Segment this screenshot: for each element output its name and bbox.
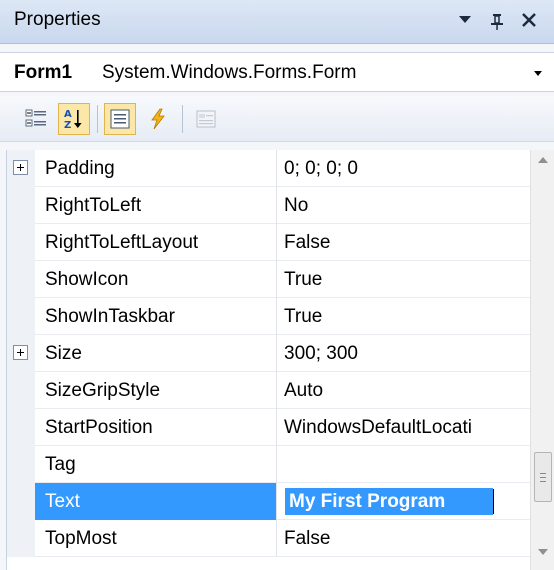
column-divider[interactable] [276, 483, 277, 520]
property-name[interactable]: Tag [45, 446, 275, 483]
close-icon[interactable] [516, 8, 542, 34]
property-name[interactable]: SizeGripStyle [45, 372, 275, 409]
row-gutter [7, 372, 35, 409]
row-gutter [7, 187, 35, 224]
column-divider[interactable] [276, 261, 277, 298]
expand-plus-icon[interactable] [13, 345, 28, 360]
property-row-padding[interactable]: Padding 0; 0; 0; 0 [7, 150, 531, 187]
property-row-text[interactable]: Text My First Program [7, 483, 531, 520]
categorized-icon [25, 109, 46, 127]
column-divider[interactable] [276, 224, 277, 261]
toolbar-separator [182, 105, 183, 133]
property-value[interactable]: WindowsDefaultLocati [284, 409, 531, 446]
row-gutter [7, 520, 35, 557]
property-value-input[interactable]: My First Program [285, 488, 493, 515]
pin-icon[interactable] [484, 8, 510, 34]
scroll-thumb[interactable] [534, 452, 552, 502]
properties-button[interactable] [104, 103, 136, 135]
column-divider[interactable] [276, 520, 277, 557]
events-icon [151, 108, 165, 130]
property-value[interactable]: True [284, 261, 531, 298]
property-name[interactable]: RightToLeftLayout [45, 224, 275, 261]
column-divider[interactable] [276, 372, 277, 409]
column-divider[interactable] [276, 446, 277, 483]
property-value[interactable] [284, 446, 531, 483]
toolbar-separator [97, 105, 98, 133]
vertical-scrollbar[interactable] [530, 150, 554, 570]
scroll-up-icon[interactable] [531, 150, 554, 172]
property-name[interactable]: ShowInTaskbar [45, 298, 275, 335]
column-divider[interactable] [276, 298, 277, 335]
property-row-showicon[interactable]: ShowIcon True [7, 261, 531, 298]
property-value[interactable]: False [284, 520, 531, 557]
alphabetical-icon: A Z [64, 109, 82, 131]
property-row-showintaskbar[interactable]: ShowInTaskbar True [7, 298, 531, 335]
property-name[interactable]: Text [45, 483, 275, 520]
svg-text:Z: Z [64, 120, 71, 131]
property-name[interactable]: ShowIcon [45, 261, 275, 298]
column-divider[interactable] [276, 150, 277, 187]
property-row-righttoleft[interactable]: RightToLeft No [7, 187, 531, 224]
svg-text:A: A [64, 109, 72, 120]
property-pages-button[interactable] [190, 103, 222, 135]
property-row-topmost[interactable]: TopMost False [7, 520, 531, 557]
toolbar: A Z [0, 96, 554, 142]
text-caret [493, 489, 494, 514]
column-divider[interactable] [276, 187, 277, 224]
row-gutter [7, 298, 35, 335]
row-gutter [7, 483, 35, 520]
row-gutter [7, 261, 35, 298]
properties-icon [110, 109, 130, 129]
window-title: Properties [14, 9, 101, 30]
property-name[interactable]: StartPosition [45, 409, 275, 446]
row-gutter [7, 409, 35, 446]
property-value[interactable]: True [284, 298, 531, 335]
property-value[interactable]: False [284, 224, 531, 261]
property-row-size[interactable]: Size 300; 300 [7, 335, 531, 372]
property-value[interactable]: 300; 300 [284, 335, 531, 372]
property-grid: Padding 0; 0; 0; 0 RightToLeft No RightToLef… [6, 150, 531, 570]
property-pages-icon [196, 110, 216, 128]
property-name[interactable]: Size [45, 335, 275, 372]
property-row-sizegripstyle[interactable]: SizeGripStyle Auto [7, 372, 531, 409]
property-value[interactable]: Auto [284, 372, 531, 409]
property-row-tag[interactable]: Tag [7, 446, 531, 483]
column-divider[interactable] [276, 409, 277, 446]
events-button[interactable] [142, 103, 174, 135]
property-value[interactable]: 0; 0; 0; 0 [284, 150, 531, 187]
row-gutter [7, 224, 35, 261]
column-divider[interactable] [276, 335, 277, 372]
object-name: Form1 [14, 62, 73, 83]
chevron-down-icon[interactable] [530, 65, 546, 81]
object-selector[interactable]: Form1 System.Windows.Forms.Form [0, 52, 554, 92]
property-row-righttoleftlayout[interactable]: RightToLeftLayout False [7, 224, 531, 261]
row-gutter [7, 446, 35, 483]
property-name[interactable]: RightToLeft [45, 187, 275, 224]
scroll-down-icon[interactable] [531, 542, 554, 564]
categorized-button[interactable] [20, 103, 52, 135]
property-name[interactable]: TopMost [45, 520, 275, 557]
title-bar[interactable]: Properties [0, 0, 554, 44]
property-value[interactable]: No [284, 187, 531, 224]
object-type: System.Windows.Forms.Form [102, 62, 357, 83]
property-name[interactable]: Padding [45, 150, 275, 187]
properties-window: Properties Form1 System.Windows.Forms.Fo… [0, 0, 554, 570]
window-position-dropdown-icon[interactable] [452, 8, 478, 34]
expand-plus-icon[interactable] [13, 160, 28, 175]
property-row-startposition[interactable]: StartPosition WindowsDefaultLocati [7, 409, 531, 446]
alphabetical-button[interactable]: A Z [58, 103, 90, 135]
